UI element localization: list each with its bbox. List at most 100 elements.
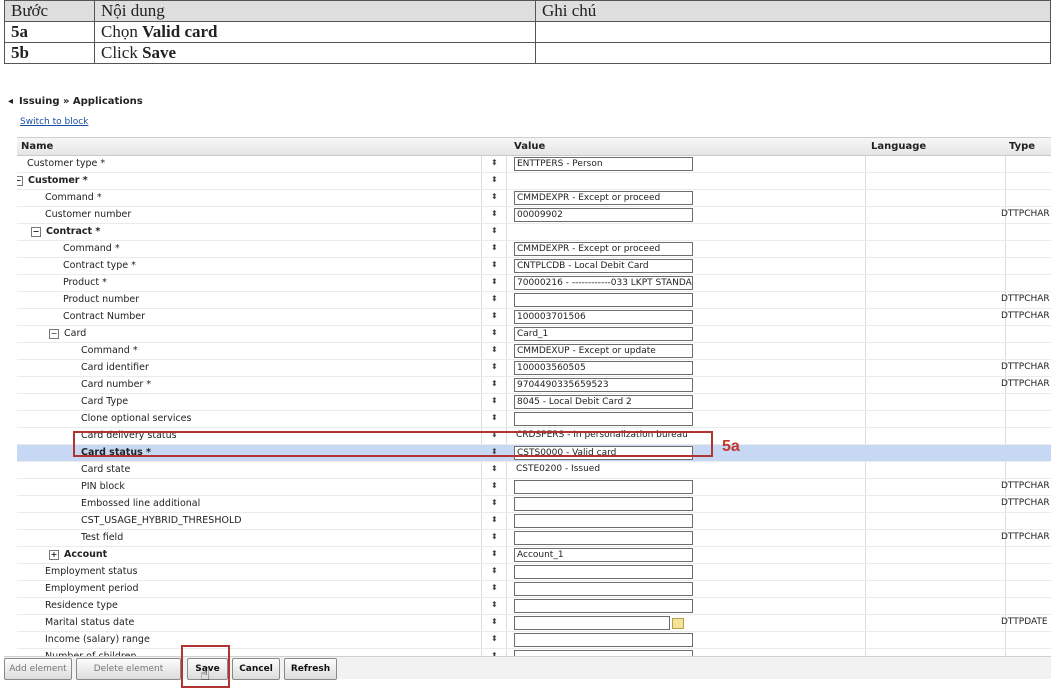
- grid-row[interactable]: Customer type * ⬍ ENTTPERS - Person: [17, 156, 1051, 173]
- sort-spinner-icon[interactable]: ⬍: [491, 243, 498, 253]
- delete-element-button[interactable]: Delete element: [76, 658, 181, 680]
- collapse-icon[interactable]: −: [31, 226, 41, 237]
- switch-to-block-link[interactable]: Switch to block: [20, 117, 88, 127]
- row-value-field[interactable]: 100003701506: [514, 310, 693, 324]
- sort-spinner-icon[interactable]: ⬍: [491, 481, 498, 491]
- row-value-field[interactable]: [514, 633, 693, 647]
- step-content: Chọn Valid card: [94, 21, 536, 43]
- grid-row[interactable]: Card number * ⬍ 9704490335659523 DTTPCHAR: [17, 377, 1051, 394]
- grid-row[interactable]: Income (salary) range ⬍: [17, 632, 1051, 649]
- row-name: Marital status date: [45, 616, 134, 630]
- grid-row[interactable]: Command * ⬍ CMMDEXUP - Except or update: [17, 343, 1051, 360]
- grid-row[interactable]: Employment period ⬍: [17, 581, 1051, 598]
- grid-row[interactable]: Clone optional services ⬍: [17, 411, 1051, 428]
- grid-row[interactable]: −Customer * ⬍: [17, 173, 1051, 190]
- grid-row[interactable]: Test field ⬍ DTTPCHAR: [17, 530, 1051, 547]
- row-value-field[interactable]: Card_1: [514, 327, 693, 341]
- grid-row[interactable]: Product number ⬍ DTTPCHAR: [17, 292, 1051, 309]
- row-value-field[interactable]: [514, 565, 693, 579]
- grid-row[interactable]: Embossed line additional ⬍ DTTPCHAR: [17, 496, 1051, 513]
- grid-row[interactable]: Employment status ⬍: [17, 564, 1051, 581]
- row-value-field[interactable]: [514, 412, 693, 426]
- cancel-button[interactable]: Cancel: [232, 658, 280, 680]
- type-column-header[interactable]: Type: [1009, 141, 1035, 152]
- row-value-field[interactable]: 00009902: [514, 208, 693, 222]
- collapse-icon[interactable]: −: [49, 328, 59, 339]
- row-value-field[interactable]: [514, 616, 670, 630]
- row-value-field[interactable]: [514, 599, 693, 613]
- sort-spinner-icon[interactable]: ⬍: [491, 413, 498, 423]
- row-value-field[interactable]: 100003560505: [514, 361, 693, 375]
- collapse-icon[interactable]: −: [17, 175, 23, 186]
- grid-row[interactable]: Card Type ⬍ 8045 - Local Debit Card 2: [17, 394, 1051, 411]
- sort-spinner-icon[interactable]: ⬍: [491, 532, 498, 542]
- sort-spinner-icon[interactable]: ⬍: [491, 498, 498, 508]
- sort-spinner-icon[interactable]: ⬍: [491, 260, 498, 270]
- row-value-field[interactable]: [514, 497, 693, 511]
- grid-row[interactable]: Contract type * ⬍ CNTPLCDB - Local Debit C…: [17, 258, 1051, 275]
- sort-spinner-icon[interactable]: ⬍: [491, 464, 498, 474]
- sort-spinner-icon[interactable]: ⬍: [491, 209, 498, 219]
- name-column-header[interactable]: Name: [21, 141, 53, 152]
- grid-row[interactable]: CST_USAGE_HYBRID_THRESHOLD ⬍: [17, 513, 1051, 530]
- row-value-field[interactable]: [514, 480, 693, 494]
- row-value-field[interactable]: CMMDEXPR - Except or proceed: [514, 191, 693, 205]
- sort-spinner-icon[interactable]: ⬍: [491, 396, 498, 406]
- sort-spinner-icon[interactable]: ⬍: [491, 192, 498, 202]
- sort-spinner-icon[interactable]: ⬍: [491, 600, 498, 610]
- sort-spinner-icon[interactable]: ⬍: [491, 634, 498, 644]
- row-value-field[interactable]: 9704490335659523: [514, 378, 693, 392]
- expand-icon[interactable]: +: [49, 549, 59, 560]
- row-value-field[interactable]: [514, 582, 693, 596]
- grid-row[interactable]: − Card ⬍ Card_1: [17, 326, 1051, 343]
- add-element-button[interactable]: Add element: [4, 658, 72, 680]
- collapse-arrow-icon[interactable]: ◂: [8, 96, 13, 107]
- sort-spinner-icon[interactable]: ⬍: [491, 226, 498, 236]
- grid-row[interactable]: Contract Number ⬍ 100003701506 DTTPCHAR: [17, 309, 1051, 326]
- grid-row[interactable]: Marital status date ⬍ DTTPDATE: [17, 615, 1051, 632]
- sort-spinner-icon[interactable]: ⬍: [491, 566, 498, 576]
- row-value-field[interactable]: [514, 514, 693, 528]
- sort-spinner-icon[interactable]: ⬍: [491, 617, 498, 627]
- row-value-field[interactable]: ENTTPERS - Person: [514, 157, 693, 171]
- row-label: Card number *: [81, 379, 152, 390]
- row-value-field[interactable]: Account_1: [514, 548, 693, 562]
- sort-spinner-icon[interactable]: ⬍: [491, 345, 498, 355]
- sort-spinner-icon[interactable]: ⬍: [491, 294, 498, 304]
- grid-row[interactable]: Command * ⬍ CMMDEXPR - Except or proceed: [17, 241, 1051, 258]
- calendar-icon[interactable]: [672, 618, 684, 629]
- row-name: PIN block: [81, 480, 125, 494]
- sort-spinner-icon[interactable]: ⬍: [491, 175, 498, 185]
- grid-row[interactable]: − Contract * ⬍: [17, 224, 1051, 241]
- sort-spinner-icon[interactable]: ⬍: [491, 328, 498, 338]
- sort-spinner-icon[interactable]: ⬍: [491, 311, 498, 321]
- refresh-button[interactable]: Refresh: [284, 658, 337, 680]
- sort-spinner-icon[interactable]: ⬍: [491, 515, 498, 525]
- row-value-field[interactable]: CSTE0200 - Issued: [514, 463, 691, 475]
- language-column-header[interactable]: Language: [871, 141, 926, 152]
- value-column-header[interactable]: Value: [514, 141, 545, 152]
- row-value-field[interactable]: CMMDEXPR - Except or proceed: [514, 242, 693, 256]
- sort-spinner-icon[interactable]: ⬍: [491, 549, 498, 559]
- row-value-field[interactable]: [514, 531, 693, 545]
- grid-row[interactable]: Residence type ⬍: [17, 598, 1051, 615]
- row-value-field[interactable]: 70000216 - ------------033 LKPT STANDAR: [514, 276, 693, 290]
- grid-row[interactable]: PIN block ⬍ DTTPCHAR: [17, 479, 1051, 496]
- sort-spinner-icon[interactable]: ⬍: [491, 583, 498, 593]
- grid-row[interactable]: Card identifier ⬍ 100003560505 DTTPCHAR: [17, 360, 1051, 377]
- sort-spinner-icon[interactable]: ⬍: [491, 362, 498, 372]
- grid-row[interactable]: Command * ⬍ CMMDEXPR - Except or proceed: [17, 190, 1051, 207]
- row-value-field[interactable]: [514, 293, 693, 307]
- row-value-field[interactable]: 8045 - Local Debit Card 2: [514, 395, 693, 409]
- grid-row[interactable]: Product * ⬍ 70000216 - ------------033 LKP…: [17, 275, 1051, 292]
- sort-spinner-icon[interactable]: ⬍: [491, 277, 498, 287]
- row-value-field[interactable]: CNTPLCDB - Local Debit Card: [514, 259, 693, 273]
- sort-spinner-icon[interactable]: ⬍: [491, 379, 498, 389]
- row-type: DTTPCHAR: [1001, 209, 1050, 219]
- row-name: Command *: [63, 242, 120, 256]
- grid-row[interactable]: + Account ⬍ Account_1: [17, 547, 1051, 564]
- grid-row[interactable]: Customer number ⬍ 00009902 DTTPCHAR: [17, 207, 1051, 224]
- row-value-field[interactable]: CMMDEXUP - Except or update: [514, 344, 693, 358]
- sort-spinner-icon[interactable]: ⬍: [491, 158, 498, 168]
- grid-row[interactable]: Card state ⬍ CSTE0200 - Issued: [17, 462, 1051, 479]
